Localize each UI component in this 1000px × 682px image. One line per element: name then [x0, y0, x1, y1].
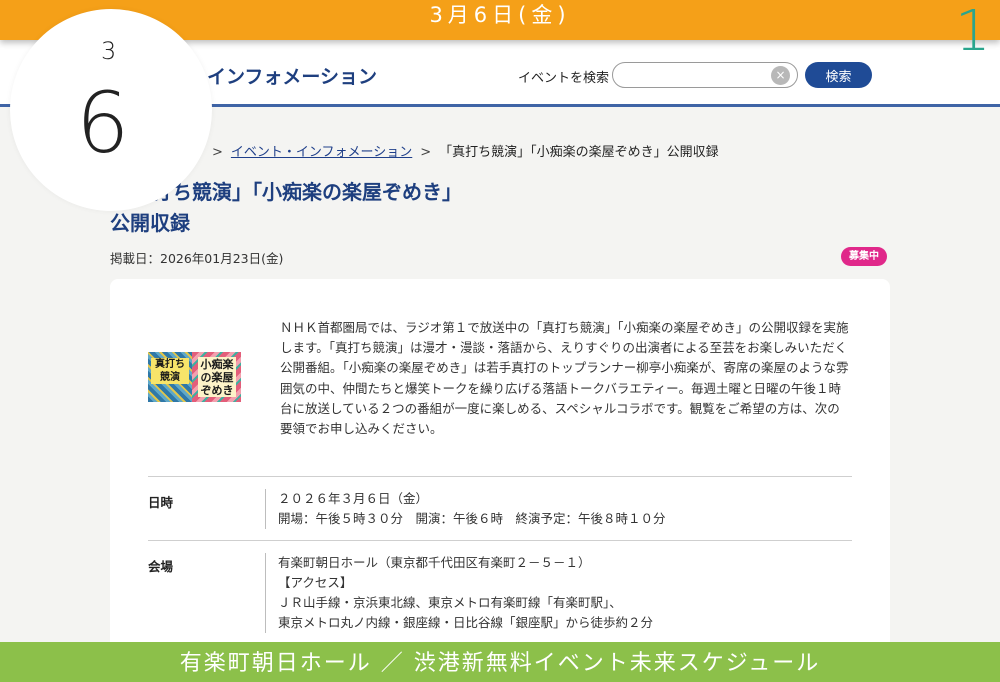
venue-value: 有楽町朝日ホール（東京都千代田区有楽町２－５－１） 【アクセス】 ＪＲ山手線・京…: [278, 553, 653, 633]
breadcrumb-separator: >: [420, 145, 432, 160]
detail-row-separator: [265, 553, 266, 633]
venue-access-metro: 東京メトロ丸ノ内線・銀座線・日比谷線「銀座駅」から徒歩約２分: [278, 615, 654, 630]
description-line: 囲気の中、仲間たちと爆笑トークを繰り広げる落語トークバラエティー。毎週土曜と日曜…: [280, 380, 842, 396]
logo-text-gakuya: 小痴楽の楽屋ぞめき: [198, 357, 236, 397]
datetime-date: ２０２６年３月６日（金）: [278, 491, 429, 506]
datetime-label: 日時: [148, 495, 174, 510]
circle-day: 6: [76, 74, 130, 172]
status-badge: 募集中: [841, 247, 887, 266]
datetime-times: 開場：午後５時３０分 開演：午後６時 終演予定：午後８時１０分: [278, 511, 666, 526]
venue-access-jr: ＪＲ山手線・京浜東北線、東京メトロ有楽町線「有楽町駅」、: [278, 595, 622, 610]
page-title: 打ち競演」「小痴楽の楽屋ぞめき」 公開収録: [110, 177, 590, 239]
venue-label: 会場: [148, 559, 174, 574]
search-button[interactable]: 検索: [805, 62, 872, 88]
description-line: 要領でお申し込みください。: [280, 421, 443, 437]
circle-month: 3: [101, 37, 117, 65]
detail-divider: [148, 540, 852, 541]
detail-row-separator: [265, 489, 266, 529]
breadcrumb: > イベント・インフォメーション > 「真打ち競演」「小痴楽の楽屋ぞめき」公開収録: [204, 141, 719, 160]
breadcrumb-link-event-info[interactable]: イベント・インフォメーション: [231, 145, 412, 160]
description-line: ＮＨＫ首都圏局では、ラジオ第１で放送中の「真打ち競演」「小痴楽の楽屋ぞめき」の公…: [280, 320, 849, 335]
detail-divider: [148, 476, 852, 477]
clear-search-icon[interactable]: ×: [771, 66, 790, 85]
description-line: します。「真打ち競演」は漫才・漫談・落語から、えりすぐりの出演者による至芸をお楽…: [280, 340, 848, 356]
description-line: 公開番組。「小痴楽の楽屋ぞめき」は若手真打のトップランナー柳亭小痴楽が、寄席の楽…: [280, 360, 849, 376]
breadcrumb-separator: >: [212, 145, 223, 160]
search-label: イベントを検索: [518, 71, 610, 86]
venue-access-heading: 【アクセス】: [278, 575, 353, 590]
venue-name: 有楽町朝日ホール（東京都千代田区有楽町２－５－１）: [278, 555, 591, 570]
posted-date: 掲載日：2026年01月23日(金): [110, 251, 284, 266]
description-line: 台に放送している２つの番組が一度に楽しめる、スペシャルコラボです。観覧をご希望の…: [280, 400, 840, 416]
program-logo: 真打ち競演 小痴楽の楽屋ぞめき: [148, 352, 241, 402]
breadcrumb-current: 「真打ち競演」「小痴楽の楽屋ぞめき」公開収録: [439, 145, 719, 160]
datetime-value: ２０２６年３月６日（金） 開場：午後５時３０分 開演：午後６時 終演予定：午後８…: [278, 489, 666, 529]
bottom-caption: 有楽町朝日ホール ／ 渋港新無料イベント未来スケジュール: [179, 651, 821, 676]
event-description: ＮＨＫ首都圏局では、ラジオ第１で放送中の「真打ち競演」「小痴楽の楽屋ぞめき」の公…: [280, 318, 855, 439]
section-title[interactable]: ・インフォメーション: [188, 62, 377, 89]
day-index-number: 1: [955, 0, 991, 64]
logo-text-shinuchi: 真打ち競演: [151, 358, 189, 384]
page-title-line2: 公開収録: [110, 211, 190, 235]
